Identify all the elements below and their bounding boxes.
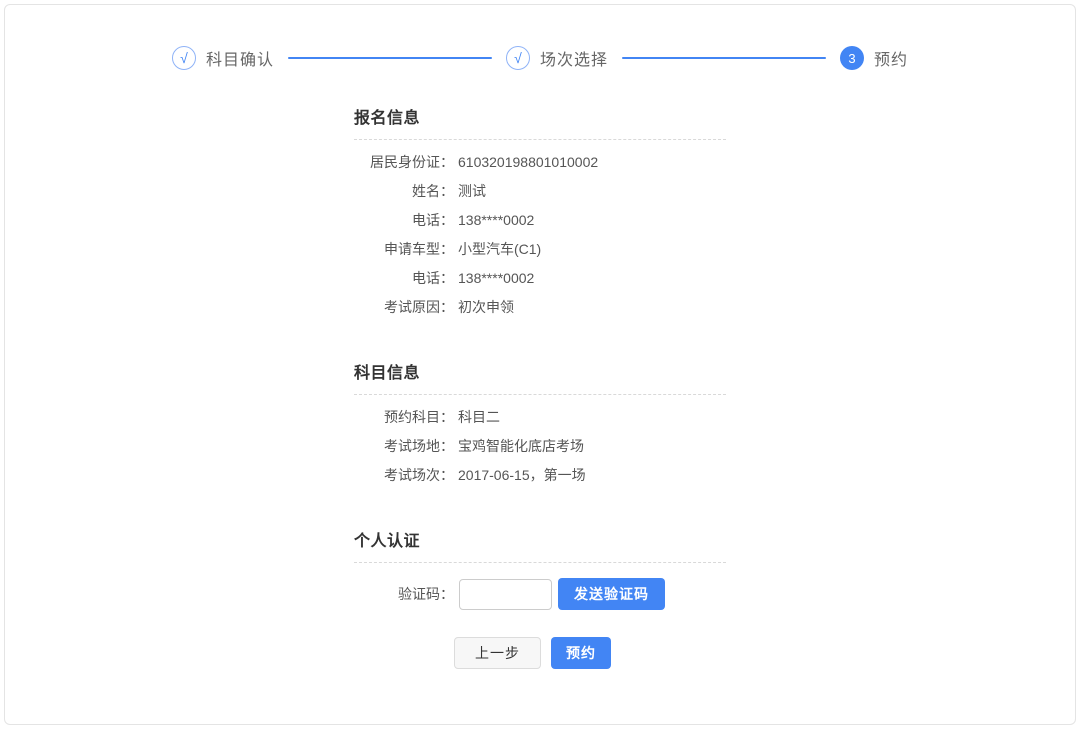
field-label: 姓名： — [354, 181, 454, 201]
actions-bar: 上一步 预约 — [354, 637, 726, 669]
step-connector — [622, 57, 826, 59]
step-number-badge: 3 — [840, 46, 864, 70]
field-value: 测试 — [458, 181, 486, 201]
field-label: 申请车型： — [354, 239, 454, 259]
check-icon: √ — [172, 46, 196, 70]
main-content: 报名信息 居民身份证： 610320198801010002 姓名： 测试 电话… — [354, 104, 726, 669]
captcha-label: 验证码： — [354, 584, 454, 604]
info-row-booked-subject: 预约科目： 科目二 — [354, 402, 726, 431]
previous-step-button[interactable]: 上一步 — [454, 637, 541, 669]
captcha-row: 验证码： 发送验证码 — [354, 578, 726, 610]
field-value: 小型汽车(C1) — [458, 239, 541, 259]
registration-rows: 居民身份证： 610320198801010002 姓名： 测试 电话： 138… — [354, 147, 726, 321]
info-row-phone2: 电话： 138****0002 — [354, 263, 726, 292]
info-row-exam-site: 考试场地： 宝鸡智能化底店考场 — [354, 431, 726, 460]
stepper: √ 科目确认 √ 场次选择 3 预约 — [172, 46, 908, 70]
field-value: 138****0002 — [458, 212, 534, 228]
field-label: 考试场次： — [354, 465, 454, 485]
field-label: 电话： — [354, 210, 454, 230]
info-row-exam-session: 考试场次： 2017-06-15，第一场 — [354, 460, 726, 489]
info-row-id-number: 居民身份证： 610320198801010002 — [354, 147, 726, 176]
field-label: 考试原因： — [354, 297, 454, 317]
send-captcha-button[interactable]: 发送验证码 — [558, 578, 665, 610]
field-value: 初次申领 — [458, 297, 514, 317]
booking-card: √ 科目确认 √ 场次选择 3 预约 报名信息 居民身份证： 610320198… — [4, 4, 1076, 725]
section-registration-info: 报名信息 居民身份证： 610320198801010002 姓名： 测试 电话… — [354, 104, 726, 321]
section-title: 报名信息 — [354, 104, 726, 140]
section-title: 个人认证 — [354, 527, 726, 563]
field-label: 居民身份证： — [354, 152, 454, 172]
subject-rows: 预约科目： 科目二 考试场地： 宝鸡智能化底店考场 考试场次： 2017-06-… — [354, 402, 726, 489]
section-title: 科目信息 — [354, 359, 726, 395]
field-value: 宝鸡智能化底店考场 — [458, 436, 584, 456]
step-label: 预约 — [874, 46, 908, 70]
info-row-phone: 电话： 138****0002 — [354, 205, 726, 234]
section-personal-auth: 个人认证 验证码： 发送验证码 — [354, 527, 726, 610]
step-label: 科目确认 — [206, 46, 274, 70]
info-row-vehicle-type: 申请车型： 小型汽车(C1) — [354, 234, 726, 263]
captcha-input[interactable] — [459, 579, 552, 610]
step-label: 场次选择 — [540, 46, 608, 70]
field-value: 610320198801010002 — [458, 154, 598, 170]
info-row-exam-reason: 考试原因： 初次申领 — [354, 292, 726, 321]
step-booking: 3 预约 — [840, 46, 908, 70]
field-label: 电话： — [354, 268, 454, 288]
section-subject-info: 科目信息 预约科目： 科目二 考试场地： 宝鸡智能化底店考场 考试场次： 201… — [354, 359, 726, 489]
book-button[interactable]: 预约 — [551, 637, 611, 669]
field-label: 预约科目： — [354, 407, 454, 427]
field-value: 科目二 — [458, 407, 500, 427]
step-connector — [288, 57, 492, 59]
info-row-name: 姓名： 测试 — [354, 176, 726, 205]
field-value: 138****0002 — [458, 270, 534, 286]
check-icon: √ — [506, 46, 530, 70]
field-label: 考试场地： — [354, 436, 454, 456]
field-value: 2017-06-15，第一场 — [458, 465, 586, 485]
step-session-select: √ 场次选择 — [506, 46, 608, 70]
step-subject-confirm: √ 科目确认 — [172, 46, 274, 70]
